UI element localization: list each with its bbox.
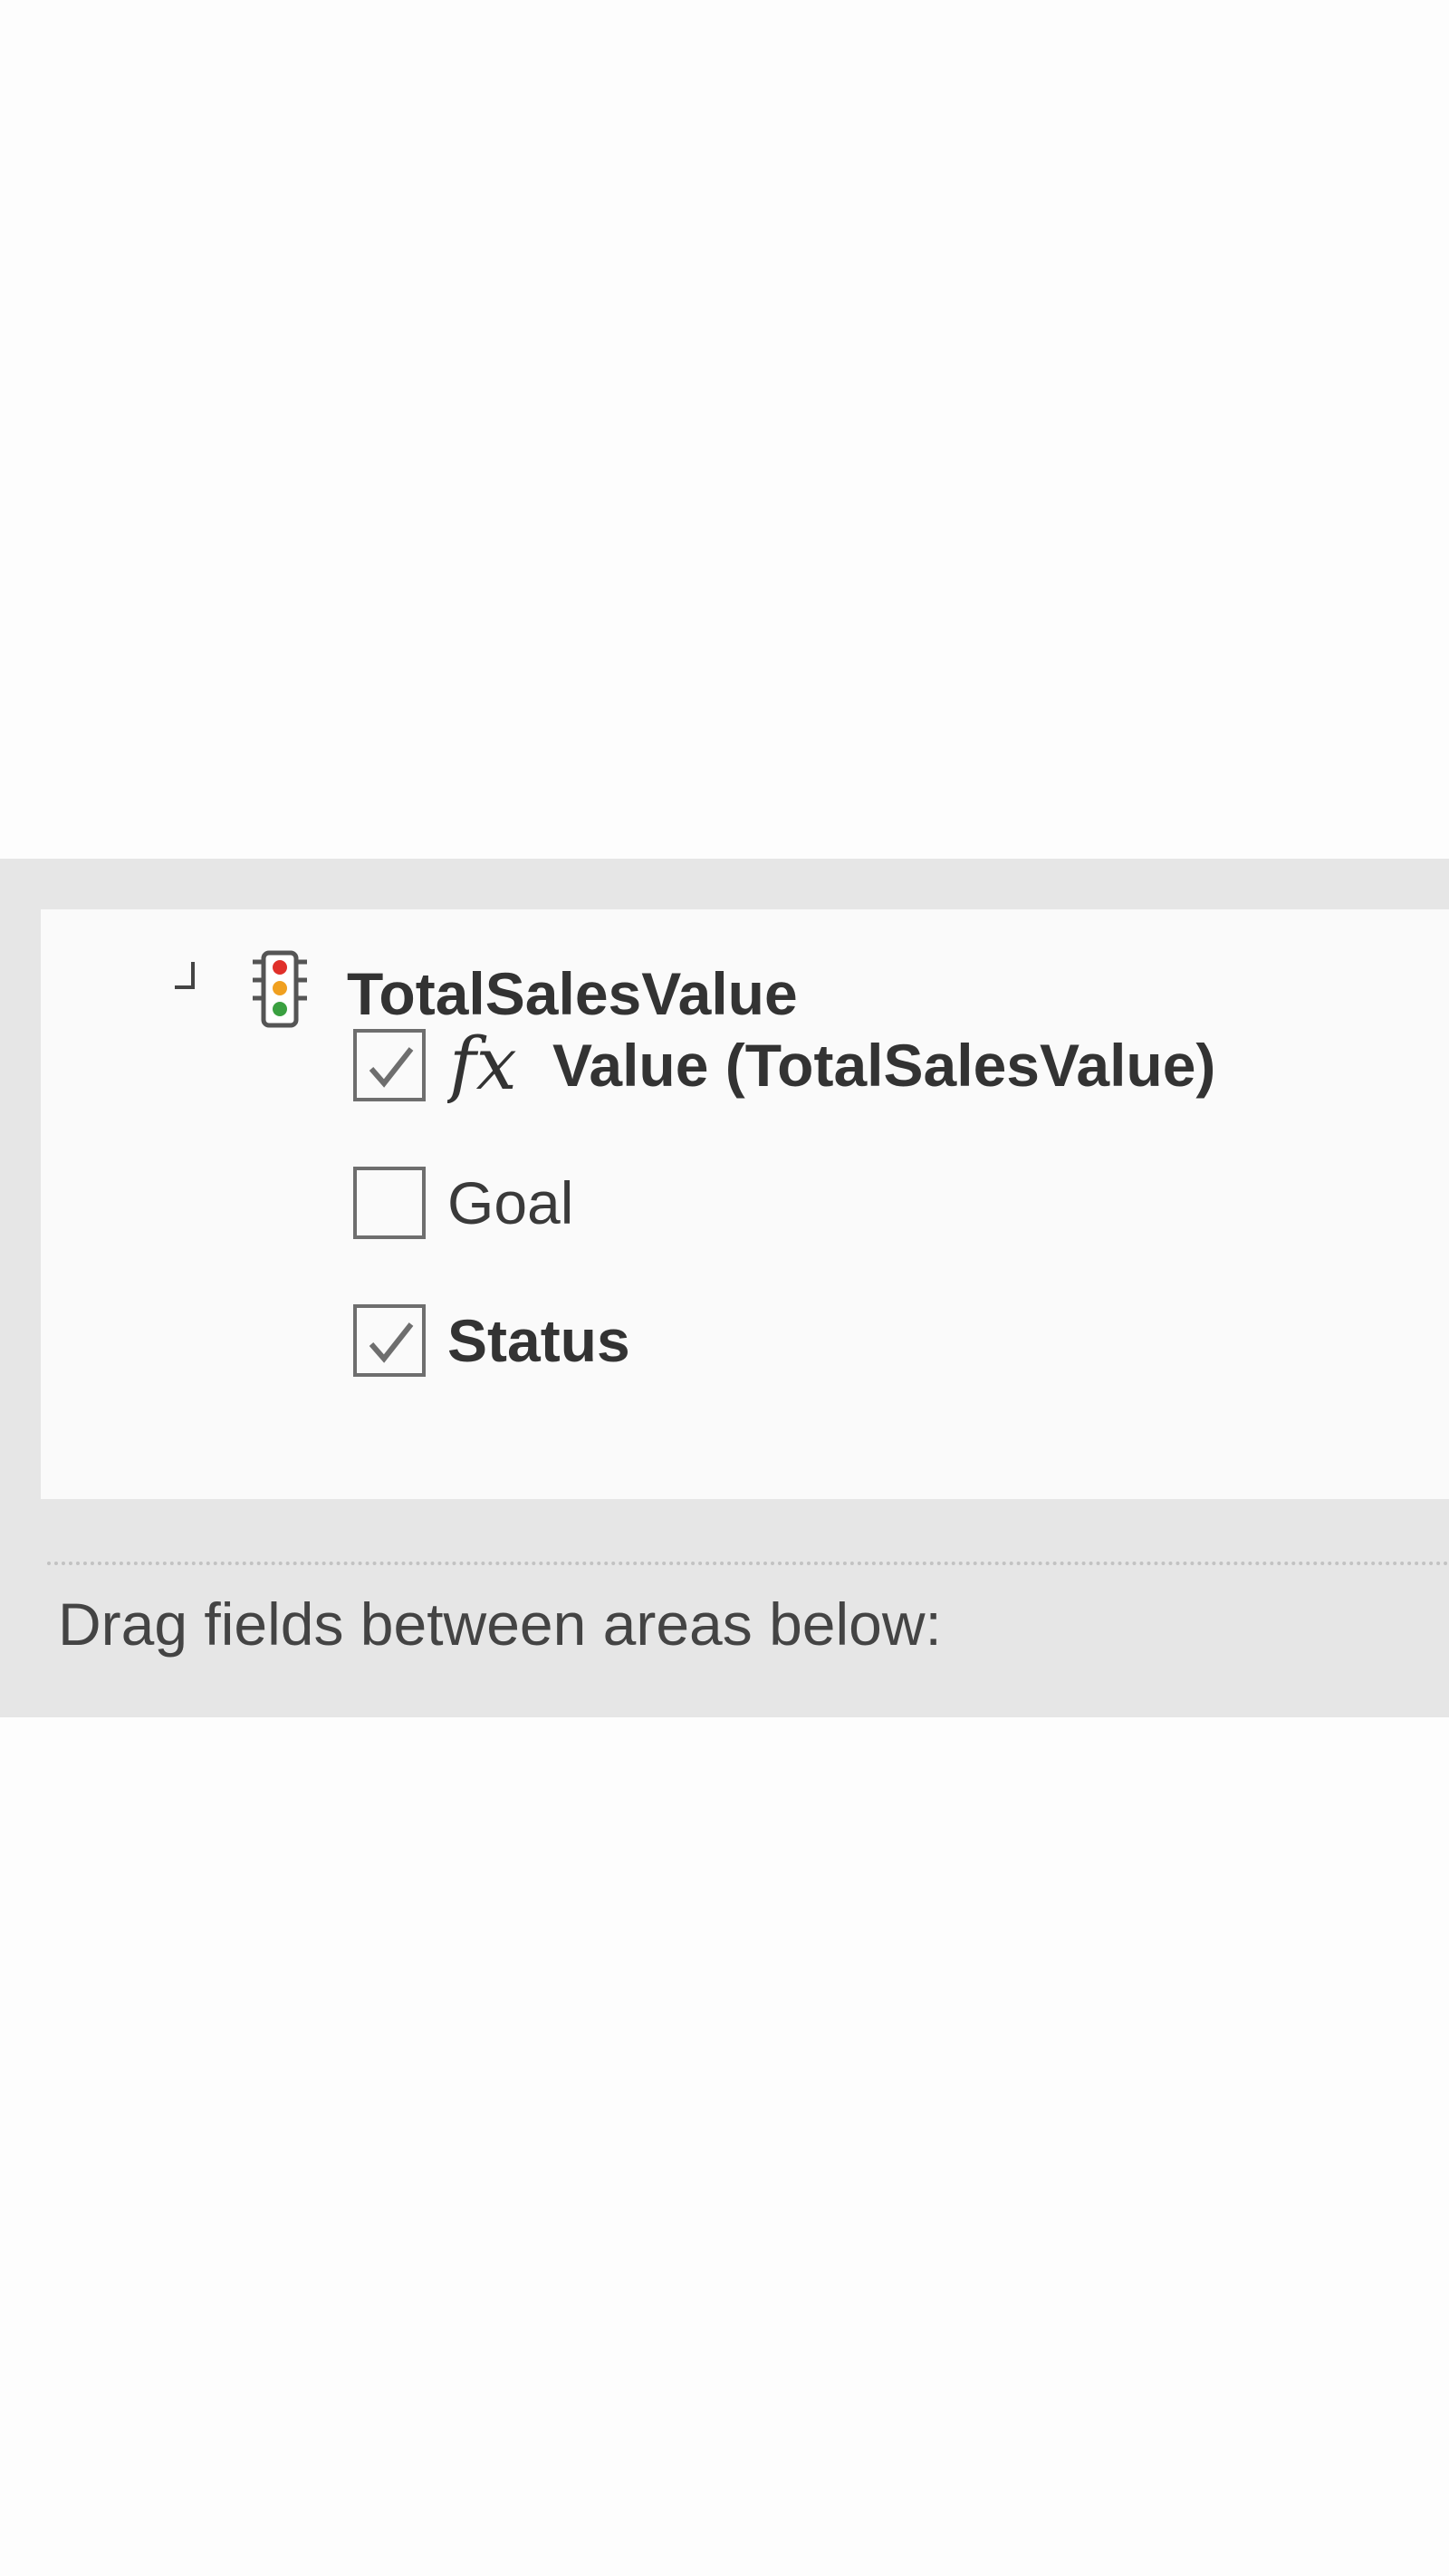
checkmark-icon <box>369 1047 414 1088</box>
drag-fields-hint: Drag fields between areas below: <box>58 1591 942 1658</box>
field-label-value: Value (TotalSalesValue) <box>552 1032 1216 1099</box>
field-item-value[interactable]: fx Value (TotalSalesValue) <box>353 1027 1215 1103</box>
pivot-field-list-panel: TotalSalesValue fx Value (TotalSalesValu… <box>0 859 1449 1717</box>
kpi-traffic-light-icon <box>253 950 307 1028</box>
goal-checkbox[interactable] <box>353 1167 426 1239</box>
field-label-goal: Goal <box>447 1169 574 1236</box>
svg-text:fx: fx <box>447 1027 517 1103</box>
field-item-goal[interactable]: Goal <box>353 1165 573 1241</box>
field-item-status[interactable]: Status <box>353 1302 630 1379</box>
kpi-name[interactable]: TotalSalesValue <box>347 964 798 1024</box>
divider <box>47 1562 1449 1565</box>
checkmark-icon <box>369 1322 414 1363</box>
field-label-status: Status <box>447 1307 630 1374</box>
field-list: TotalSalesValue fx Value (TotalSalesValu… <box>41 909 1449 1499</box>
status-checkbox[interactable] <box>353 1304 426 1377</box>
value-checkbox[interactable] <box>353 1029 426 1101</box>
fx-formula-icon: fx <box>447 1027 517 1103</box>
tree-connector-icon <box>175 962 195 989</box>
page: TotalSalesValue fx Value (TotalSalesValu… <box>0 0 1449 2576</box>
